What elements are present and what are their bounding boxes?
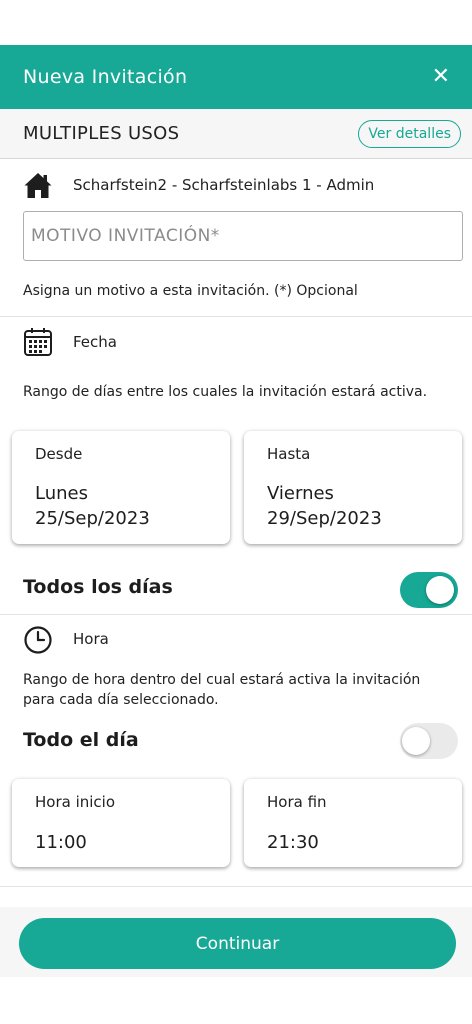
start-time-value: 11:00 xyxy=(35,832,87,853)
app-header: Nueva Invitación ✕ xyxy=(0,45,472,109)
start-date-day: Lunes xyxy=(35,483,88,504)
end-date-card[interactable]: Hasta Viernes 29/Sep/2023 xyxy=(244,431,462,544)
end-date-value: 29/Sep/2023 xyxy=(267,508,382,529)
divider xyxy=(0,886,472,887)
start-date-value: 25/Sep/2023 xyxy=(35,508,150,529)
hora-description-line1: Rango de hora dentro del cual estará act… xyxy=(23,672,421,688)
toggle-knob xyxy=(426,576,454,604)
start-date-card[interactable]: Desde Lunes 25/Sep/2023 xyxy=(12,431,230,544)
all-day-toggle[interactable] xyxy=(400,723,458,759)
calendar-icon xyxy=(23,327,53,361)
start-time-card[interactable]: Hora inicio 11:00 xyxy=(12,779,230,867)
end-time-card[interactable]: Hora fin 21:30 xyxy=(244,779,462,867)
view-details-button[interactable]: Ver detalles xyxy=(358,119,461,148)
start-date-label: Desde xyxy=(35,445,83,463)
hora-description-line2: para cada día seleccionado. xyxy=(23,692,219,708)
fecha-description: Rango de días entre los cuales la invita… xyxy=(23,384,428,400)
continue-button[interactable]: Continuar xyxy=(19,918,456,969)
divider xyxy=(0,614,472,615)
clock-icon xyxy=(23,625,53,659)
home-icon xyxy=(23,170,53,204)
end-time-label: Hora fin xyxy=(267,793,327,811)
end-date-day: Viernes xyxy=(267,483,334,504)
motivo-hint: Asigna un motivo a esta invitación. (*) … xyxy=(23,283,358,299)
motivo-input[interactable]: MOTIVO INVITACIÓN* xyxy=(23,211,463,261)
fecha-label: Fecha xyxy=(73,333,117,351)
end-time-value: 21:30 xyxy=(267,832,319,853)
all-day-label: Todo el día xyxy=(23,729,139,751)
usage-type-bar: MULTIPLES USOS Ver detalles xyxy=(0,109,472,159)
all-days-label: Todos los días xyxy=(23,576,173,598)
motivo-placeholder: MOTIVO INVITACIÓN* xyxy=(31,226,220,246)
hora-label: Hora xyxy=(73,630,109,648)
end-date-label: Hasta xyxy=(267,445,311,463)
usage-type-title: MULTIPLES USOS xyxy=(23,123,180,144)
all-days-toggle[interactable] xyxy=(400,572,458,608)
start-time-label: Hora inicio xyxy=(35,793,116,811)
location-text: Scharfstein2 - Scharfsteinlabs 1 - Admin xyxy=(73,176,375,194)
toggle-knob xyxy=(402,727,430,755)
close-icon[interactable]: ✕ xyxy=(432,66,450,88)
page-title: Nueva Invitación xyxy=(23,66,188,88)
divider xyxy=(0,316,472,317)
